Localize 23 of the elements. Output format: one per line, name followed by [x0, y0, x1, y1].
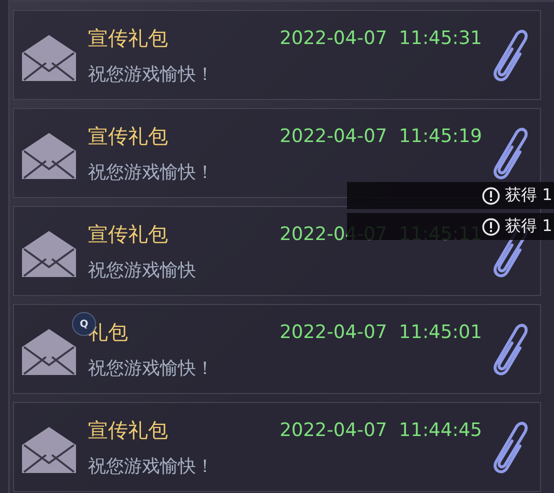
mail-timestamp: 2022-04-07 11:45:19 — [280, 126, 482, 146]
mail-title: 宣传礼包 — [88, 416, 169, 444]
mail-message: 祝您游戏愉快！ — [88, 356, 215, 380]
mail-timestamp: 2022-04-07 11:44:45 — [280, 420, 482, 440]
mail-message: 祝您游戏愉快！ — [88, 160, 215, 184]
envelope-icon — [22, 427, 76, 473]
mail-timestamp: 2022-04-07 11:45:31 — [280, 28, 482, 48]
mail-item[interactable]: 宣传礼包 2022-04-07 11:45:31 祝您游戏愉快！ — [13, 10, 541, 100]
mail-message: 祝您游戏愉快！ — [88, 62, 215, 86]
alert-icon — [482, 218, 500, 236]
toast-text: 获得 1 — [505, 216, 552, 237]
mail-timestamp: 2022-04-07 11:45:01 — [280, 322, 482, 342]
alert-icon — [482, 186, 500, 204]
envelope-icon — [22, 329, 76, 375]
mail-item[interactable]: 宣传礼包 2022-04-07 11:44:45 祝您游戏愉快！ — [13, 402, 541, 492]
mail-message: 祝您游戏愉快！ — [88, 454, 215, 478]
mail-title: 宣传礼包 — [88, 220, 169, 248]
mail-title: 宣传礼包 — [88, 24, 169, 52]
envelope-icon — [22, 35, 76, 81]
mail-title: 宣传礼包 — [88, 122, 169, 150]
envelope-icon — [22, 133, 76, 179]
envelope-icon — [22, 231, 76, 277]
mail-message: 祝您游戏愉快 — [88, 258, 197, 282]
